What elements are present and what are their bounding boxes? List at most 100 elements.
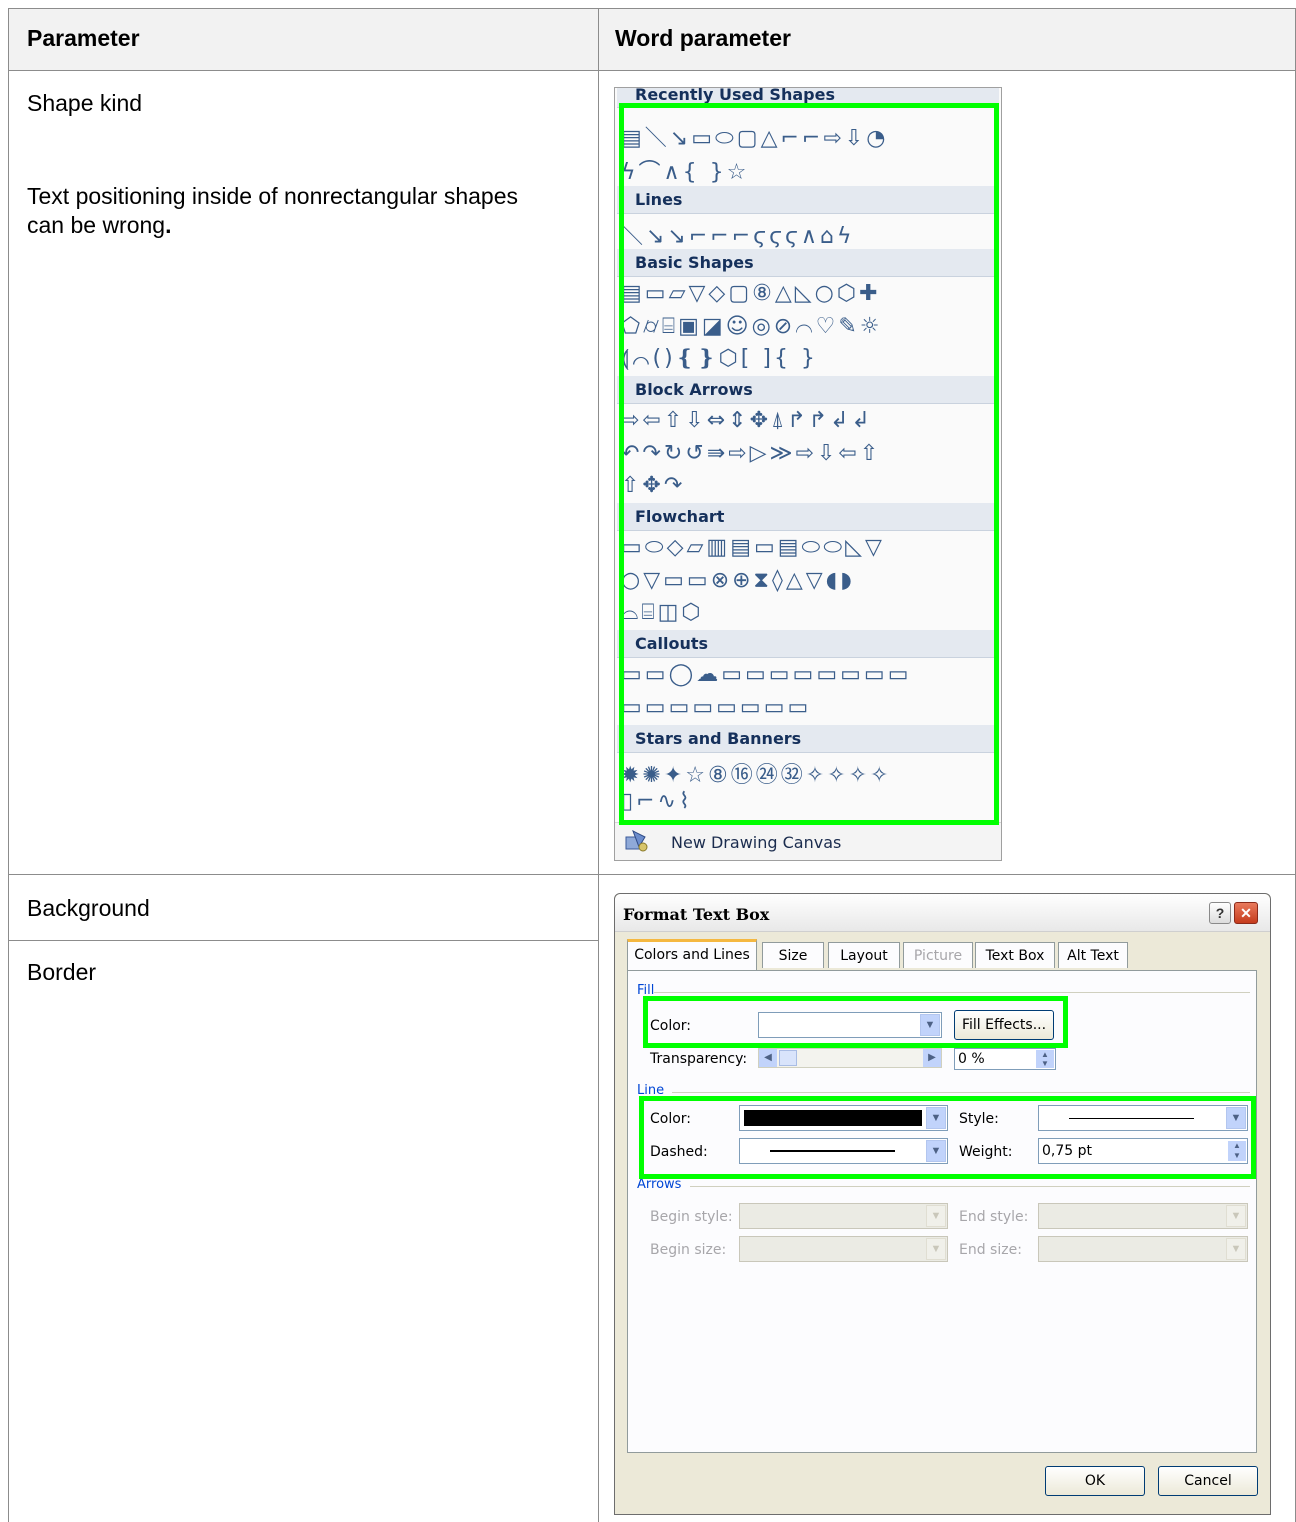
line-color-dropdown[interactable]: ▼ — [739, 1105, 948, 1131]
dashed-dropdown[interactable]: ▼ — [739, 1138, 948, 1164]
basic-shapes-row-3[interactable]: ⟬⌒()❴❵⬡[ ]{ } — [621, 346, 999, 371]
table-border-row1 — [8, 874, 1296, 875]
color-swatch — [744, 1110, 922, 1126]
lines-row-1[interactable]: ＼↘↘⌐⌐⌐ϛϛϛ∧⌂ϟ — [621, 218, 999, 250]
table-border-header — [8, 70, 1296, 71]
drawing-canvas-icon — [623, 829, 649, 853]
transparency-input[interactable]: 0 % ▲ ▼ — [954, 1048, 1056, 1070]
cancel-button[interactable]: Cancel — [1158, 1466, 1258, 1496]
shapes-gallery: Recently Used Shapes ▤＼↘▭⬭▢△⌐⌐⇨⇩◔ ϟ⌒∧{ }… — [614, 87, 1002, 861]
row-shape-kind-note: Text positioning inside of nonrectangula… — [27, 182, 547, 240]
spinner-icon[interactable]: ▲ ▼ — [1036, 1050, 1054, 1068]
table-border-row2 — [8, 940, 598, 941]
recent-shapes-row-2[interactable]: ϟ⌒∧{ }☆ — [621, 154, 999, 186]
slider-left-arrow-icon[interactable]: ◀ — [759, 1049, 777, 1067]
end-style-dropdown: ▼ — [1038, 1203, 1248, 1229]
chevron-down-icon: ▼ — [926, 1107, 946, 1129]
slider-thumb[interactable] — [779, 1050, 797, 1066]
gallery-section-callouts: Callouts — [617, 630, 999, 658]
end-size-label: End size: — [959, 1242, 1022, 1258]
weight-input[interactable]: 0,75 pt ▲ ▼ — [1038, 1138, 1248, 1164]
table-border-top — [8, 8, 1296, 9]
begin-style-dropdown: ▼ — [739, 1203, 948, 1229]
chevron-down-icon: ▼ — [1226, 1107, 1246, 1129]
fill-section-line — [654, 992, 1250, 993]
gallery-section-recent: Recently Used Shapes — [617, 88, 999, 108]
transparency-slider[interactable]: ◀ ▶ — [758, 1048, 942, 1068]
gallery-section-stars-banners: Stars and Banners — [617, 725, 999, 753]
dash-preview — [770, 1150, 895, 1152]
flowchart-row-2[interactable]: ○▽▭▭⊗⊕⧗◊△▽◖◗ — [621, 568, 999, 593]
spinner-icon[interactable]: ▲ ▼ — [1228, 1141, 1246, 1161]
table-border-left — [8, 8, 9, 1522]
note-text: Text positioning inside of nonrectangula… — [27, 183, 518, 238]
recent-shapes-row-1[interactable]: ▤＼↘▭⬭▢△⌐⌐⇨⇩◔ — [621, 120, 999, 152]
chevron-down-icon: ▼ — [926, 1205, 946, 1227]
line-color-label: Color: — [650, 1111, 692, 1127]
tab-size[interactable]: Size — [762, 942, 824, 968]
callouts-row-1[interactable]: ▭▭◯☁▭▭▭▭▭▭▭▭ — [621, 662, 999, 687]
arrows-section-title: Arrows — [637, 1177, 682, 1192]
dashed-label: Dashed: — [650, 1144, 708, 1160]
fill-color-label: Color: — [650, 1018, 692, 1034]
fill-section-title: Fill — [637, 983, 655, 998]
row-border-label: Border — [27, 959, 97, 985]
table-border-middle — [598, 8, 599, 1522]
stars-banners-row-1[interactable]: ✹✺✦☆⑧⑯㉔㉜✧✧✧✧ — [621, 757, 999, 789]
chevron-down-icon: ▼ — [1226, 1238, 1246, 1260]
close-button[interactable]: ✕ — [1234, 902, 1258, 924]
tab-alt-text[interactable]: Alt Text — [1058, 942, 1128, 968]
callouts-row-2[interactable]: ▭▭▭▭▭▭▭▭ — [621, 695, 999, 720]
basic-shapes-row-1[interactable]: ▤▭▱▽◇▢⑧△◺○⬡✚ — [621, 281, 999, 306]
dialog-title: Format Text Box — [623, 905, 770, 924]
chevron-down-icon: ▼ — [1226, 1205, 1246, 1227]
tab-picture: Picture — [903, 942, 973, 968]
line-section-line — [672, 1092, 1250, 1093]
slider-right-arrow-icon[interactable]: ▶ — [923, 1049, 941, 1067]
tab-panel: Fill Color: ▼ Fill Effects... Transparen… — [627, 970, 1257, 1453]
note-period: . — [165, 212, 172, 238]
end-size-dropdown: ▼ — [1038, 1236, 1248, 1262]
line-section-title: Line — [637, 1083, 665, 1098]
fill-color-dropdown[interactable]: ▼ — [758, 1012, 942, 1038]
format-text-box-dialog: Format Text Box ? ✕ Colors and Lines Siz… — [614, 893, 1271, 1515]
tab-text-box[interactable]: Text Box — [975, 942, 1055, 968]
ok-button[interactable]: OK — [1045, 1466, 1145, 1496]
gallery-section-basic-shapes: Basic Shapes — [617, 249, 999, 277]
weight-value: 0,75 pt — [1042, 1143, 1092, 1159]
tab-strip: Colors and Lines Size Layout Picture Tex… — [627, 939, 1257, 970]
help-button[interactable]: ? — [1209, 902, 1231, 924]
gallery-footer: New Drawing Canvas — [615, 822, 1001, 860]
stars-banners-row-2[interactable]: ▯⌐∿⌇ — [621, 789, 999, 814]
block-arrows-row-3[interactable]: ⇧✥↷ — [621, 473, 999, 498]
fill-effects-button[interactable]: Fill Effects... — [954, 1010, 1054, 1040]
chevron-down-icon: ▼ — [926, 1140, 946, 1162]
flowchart-row-1[interactable]: ▭⬭◇▱▥▤▭▤⬭⬭◺▽ — [621, 535, 999, 560]
tab-layout[interactable]: Layout — [828, 942, 900, 968]
end-style-label: End style: — [959, 1209, 1029, 1225]
chevron-down-icon: ▼ — [926, 1238, 946, 1260]
basic-shapes-row-2[interactable]: ⬠⌭⌸▣◪☺◎⊘⌒♡✎☼ — [621, 314, 999, 339]
gallery-section-lines: Lines — [617, 186, 999, 214]
gallery-section-flowchart: Flowchart — [617, 503, 999, 531]
arrows-section-line — [690, 1186, 1250, 1187]
chevron-down-icon: ▼ — [920, 1014, 940, 1036]
dialog-title-bar: Format Text Box ? ✕ — [615, 894, 1270, 932]
tab-colors-and-lines[interactable]: Colors and Lines — [627, 939, 757, 970]
begin-size-dropdown: ▼ — [739, 1236, 948, 1262]
block-arrows-row-1[interactable]: ⇨⇦⇧⇩⇔⇕✥⍋↱↱↲↲ — [621, 408, 999, 433]
begin-style-label: Begin style: — [650, 1209, 733, 1225]
transparency-value: 0 % — [958, 1051, 985, 1067]
new-drawing-canvas-link[interactable]: New Drawing Canvas — [671, 833, 841, 852]
row-shape-kind-label: Shape kind — [27, 90, 143, 116]
flowchart-row-3[interactable]: ⌓⌸◫⬡ — [621, 600, 999, 625]
begin-size-label: Begin size: — [650, 1242, 727, 1258]
column-header-word-parameter: Word parameter — [615, 25, 791, 51]
line-style-dropdown[interactable]: ▼ — [1038, 1105, 1248, 1131]
row-background-label: Background — [27, 895, 150, 921]
gallery-section-block-arrows: Block Arrows — [617, 376, 999, 404]
block-arrows-row-2[interactable]: ↶↷↻↺⇛⇨▷≫⇨⇩⇦⇧ — [621, 441, 999, 466]
column-header-parameter: Parameter — [27, 25, 140, 51]
line-style-label: Style: — [959, 1111, 999, 1127]
weight-label: Weight: — [959, 1144, 1013, 1160]
